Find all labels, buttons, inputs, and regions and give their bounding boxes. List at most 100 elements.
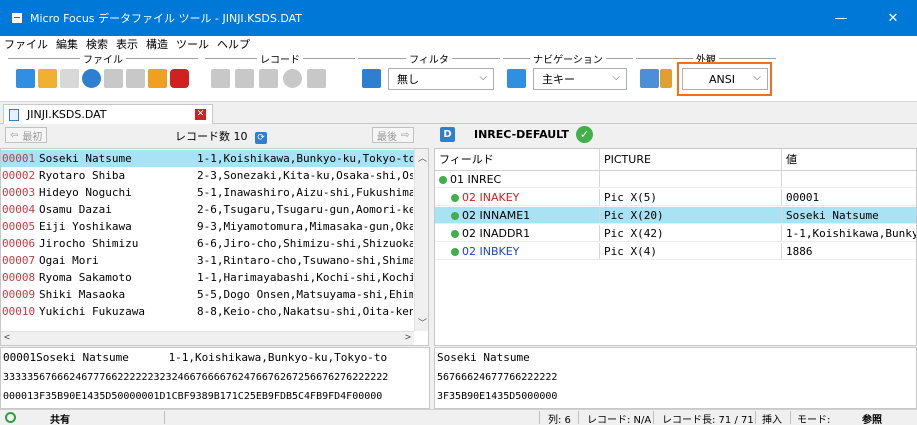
header-value[interactable]: 値 <box>782 149 916 170</box>
record-group: レコード <box>205 51 355 96</box>
stop-disabled-icon[interactable] <box>126 69 145 88</box>
navigation-select[interactable]: 主キー ⌵ <box>533 68 627 90</box>
table-row[interactable]: 01 INREC <box>435 171 916 188</box>
record-options-icon[interactable] <box>307 69 326 88</box>
table-row[interactable]: 02 INNAME1 Pic X(20) Soseki Natsume <box>435 207 916 224</box>
menu-file[interactable]: ファイル <box>4 36 48 52</box>
list-item[interactable]: 00003 Hideyo Noguchi 5-1,Inawashiro,Aizu… <box>1 184 414 201</box>
list-item[interactable]: 00007 Ogai Mori 3-1,Rintaro-cho,Tsuwano-… <box>1 252 414 269</box>
scroll-right-icon[interactable]: > <box>405 332 411 343</box>
navigate-icon[interactable] <box>507 69 526 88</box>
save-disabled-icon[interactable] <box>104 69 123 88</box>
picture-cell: Pic X(20) <box>600 207 782 223</box>
list-item[interactable]: 00004 Osamu Dazai 2-6,Tsugaru,Tsugaru-gu… <box>1 201 414 218</box>
table-row[interactable]: 02 INBKEY Pic X(4) 1886 <box>435 243 916 260</box>
field-hex-line-1: 56766624677766222222 <box>437 372 558 383</box>
folder-disabled-icon[interactable] <box>60 69 79 88</box>
menu-edit[interactable]: 編集 <box>56 36 78 52</box>
list-item[interactable]: 00010 Yukichi Fukuzawa 8-8,Keio-cho,Naka… <box>1 303 414 320</box>
file-icon <box>9 108 19 121</box>
mode-value: 参照 <box>862 415 882 425</box>
pencil-icon[interactable] <box>660 69 672 88</box>
encoding-highlight-frame <box>677 62 772 96</box>
scroll-up-icon[interactable]: ︿ <box>418 151 427 164</box>
table-row[interactable]: 02 INADDR1 Pic X(42) 1-1,Koishikawa,Bunk… <box>435 225 916 242</box>
lock-icon[interactable] <box>170 69 189 88</box>
file-group-label: ファイル <box>80 51 126 66</box>
value-cell[interactable]: 1-1,Koishikawa,Bunkyo-ku <box>782 225 916 241</box>
record-address: 5-5,Dogo Onsen,Matsuyama-shi,Ehime-ken <box>197 288 413 301</box>
field-hex-line-2: 3F35B90E1435D5000000 <box>437 391 558 402</box>
horizontal-scrollbar[interactable]: < > <box>1 331 414 345</box>
first-record-label: 最初 <box>22 131 43 143</box>
picture-cell <box>600 171 782 187</box>
field-name: 02 INNAME1 <box>462 209 531 222</box>
close-button[interactable]: ✕ <box>870 0 916 36</box>
menu-structure[interactable]: 構造 <box>146 36 168 52</box>
list-item[interactable]: 00008 Ryoma Sakamoto 1-1,Harimayabashi,K… <box>1 269 414 286</box>
record-number: 00005 <box>2 220 36 233</box>
list-item[interactable]: 00001 Soseki Natsume 1-1,Koishikawa,Bunk… <box>1 150 414 167</box>
refresh-icon[interactable]: ⟳ <box>255 132 267 144</box>
record-number: 00002 <box>2 169 36 182</box>
record-address: 1-1,Koishikawa,Bunkyo-ku,Tokyo-to <box>197 152 413 165</box>
list-item[interactable]: 00009 Shiki Masaoka 5-5,Dogo Onsen,Matsu… <box>1 286 414 303</box>
insert-record-icon[interactable] <box>211 69 230 88</box>
status-dot-icon <box>451 194 459 202</box>
layout-icon[interactable] <box>640 69 659 88</box>
first-record-button[interactable]: ⇦ 最初 <box>5 127 48 143</box>
chevron-down-icon: ⌵ <box>612 72 620 83</box>
filter-icon[interactable] <box>362 69 381 88</box>
column-indicator: 列: 6 <box>548 415 571 425</box>
record-address: 9-3,Miyamotomura,Mimasaka-gun,Okayama- <box>197 220 413 233</box>
open-folder-icon[interactable] <box>38 69 57 88</box>
tab-label: JINJI.KSDS.DAT <box>27 108 107 121</box>
last-record-button[interactable]: 最後 ⇨ <box>372 127 415 143</box>
delete-record-icon[interactable] <box>283 69 302 88</box>
value-cell[interactable]: Soseki Natsume <box>782 207 916 223</box>
header-field[interactable]: フィールド <box>435 149 600 170</box>
toolbar: ファイル レコード フィルタ 無し ⌵ ナビゲーション 主キー ⌵ 外観 ANS… <box>0 51 917 102</box>
status-divider <box>790 411 791 424</box>
vertical-scrollbar[interactable]: ︿ ﹀ <box>414 149 428 331</box>
menu-view[interactable]: 表示 <box>116 36 138 52</box>
upload-folder-icon[interactable] <box>148 69 167 88</box>
info-icon[interactable] <box>82 69 101 88</box>
scroll-down-icon[interactable]: ﹀ <box>418 316 427 329</box>
record-text-line: 00001Soseki Natsume 1-1,Koishikawa,Bunky… <box>3 351 388 364</box>
record-list-header: ⇦ 最初 レコード数 10 ⟳ 最後 ⇨ <box>0 124 430 146</box>
list-item[interactable]: 00002 Ryotaro Shiba 2-3,Sonezaki,Kita-ku… <box>1 167 414 184</box>
navigation-group: ナビゲーション 主キー ⌵ <box>503 51 633 96</box>
close-tab-icon[interactable]: ✕ <box>195 109 206 120</box>
menu-help[interactable]: ヘルプ <box>217 36 250 52</box>
status-divider <box>755 411 756 424</box>
filter-select[interactable]: 無し ⌵ <box>388 68 494 90</box>
list-item[interactable]: 00006 Jirocho Shimizu 6-6,Jiro-cho,Shimi… <box>1 235 414 252</box>
value-cell[interactable]: 00001 <box>782 189 916 205</box>
field-name: 01 INREC <box>450 173 502 186</box>
window-title: Micro Focus データファイル ツール - JINJI.KSDS.DAT <box>30 12 302 25</box>
copy-record-icon[interactable] <box>259 69 278 88</box>
record-name: Ogai Mori <box>39 254 99 267</box>
table-row[interactable]: 02 INAKEY Pic X(5) 00001 <box>435 189 916 206</box>
record-name: Ryotaro Shiba <box>39 169 126 182</box>
new-file-icon[interactable] <box>16 69 35 88</box>
record-list: 00001 Soseki Natsume 1-1,Koishikawa,Bunk… <box>0 148 429 346</box>
insert-mode: 挿入 <box>762 415 782 425</box>
menu-tools[interactable]: ツール <box>176 36 209 52</box>
minimize-button[interactable]: — <box>818 0 864 36</box>
edit-record-icon[interactable] <box>235 69 254 88</box>
list-item[interactable]: 00005 Eiji Yoshikawa 9-3,Miyamotomura,Mi… <box>1 218 414 235</box>
field-cell: 02 INAKEY <box>435 189 600 205</box>
header-picture[interactable]: PICTURE <box>600 149 782 170</box>
menu-search[interactable]: 検索 <box>86 36 108 52</box>
record-key-indicator: レコード: N/A <box>587 415 652 425</box>
field-name: 02 INBKEY <box>462 245 520 258</box>
tab-jinji[interactable]: JINJI.KSDS.DAT ✕ <box>3 104 213 124</box>
scroll-left-icon[interactable]: < <box>4 332 10 343</box>
status-divider <box>578 411 579 424</box>
record-count: レコード数 10 ⟳ <box>175 128 267 144</box>
record-address: 5-1,Inawashiro,Aizu-shi,Fukushima-ken <box>197 186 413 199</box>
mode-label: モード: <box>797 415 831 425</box>
value-cell[interactable]: 1886 <box>782 243 916 259</box>
